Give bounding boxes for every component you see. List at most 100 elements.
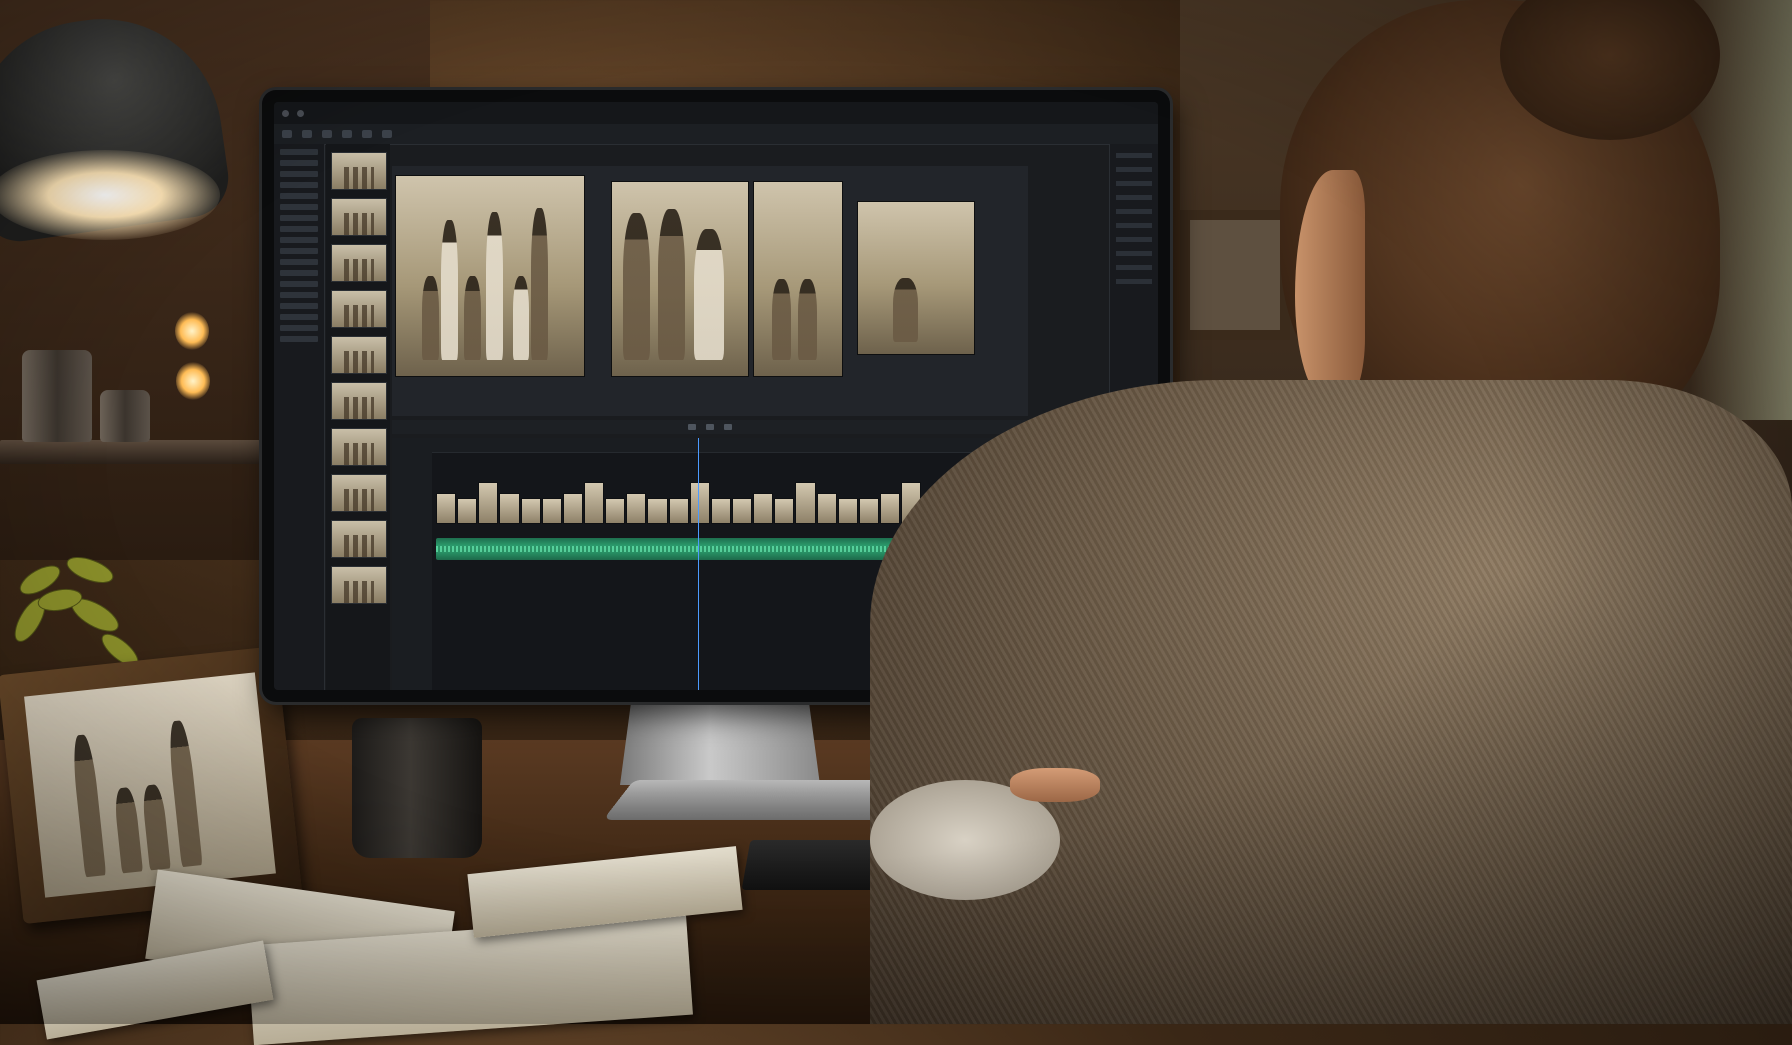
timeline-clip[interactable] — [478, 482, 499, 524]
photo-thumbnail[interactable] — [331, 428, 387, 466]
inspector-row[interactable] — [1116, 181, 1152, 186]
timeline-clip[interactable] — [457, 498, 478, 524]
viewer-photo-child-on-tricycle[interactable] — [858, 202, 974, 354]
inspector-row[interactable] — [1116, 279, 1152, 284]
framed-family-photo — [0, 646, 303, 924]
title-bar — [274, 102, 1158, 124]
timeline-clip[interactable] — [753, 493, 774, 524]
forward-icon[interactable] — [724, 424, 732, 430]
wall-shelf — [0, 440, 260, 464]
timeline-clip[interactable] — [626, 493, 647, 524]
timeline-clip[interactable] — [795, 482, 816, 524]
browser-item[interactable] — [280, 248, 318, 254]
toolbar-tool-icon[interactable] — [322, 130, 332, 138]
timeline-clip[interactable] — [647, 498, 668, 524]
timeline-clip[interactable] — [541, 498, 562, 524]
editor-toolbar — [274, 124, 1158, 145]
inspector-row[interactable] — [1116, 251, 1152, 256]
photo-person — [892, 278, 919, 342]
coffee-mug — [352, 718, 482, 858]
timeline-clip[interactable] — [837, 498, 858, 524]
window-control-icon[interactable] — [282, 109, 289, 117]
browser-item[interactable] — [280, 281, 318, 287]
viewer-photo-couple[interactable] — [612, 182, 748, 376]
timeline-clip[interactable] — [605, 498, 626, 524]
media-browser-panel — [274, 144, 325, 690]
photo-thumbnail[interactable] — [331, 566, 387, 604]
rewind-icon[interactable] — [688, 424, 696, 430]
photo-viewer — [392, 166, 1028, 416]
photo-person — [771, 279, 791, 361]
browser-item[interactable] — [280, 171, 318, 177]
timeline-clip[interactable] — [816, 493, 837, 524]
shelf-jar — [22, 350, 92, 442]
photo-thumbnail-strip — [326, 144, 390, 690]
toolbar-tool-icon[interactable] — [362, 130, 372, 138]
timeline-clip[interactable] — [879, 493, 901, 524]
browser-item[interactable] — [280, 237, 318, 243]
browser-item[interactable] — [280, 215, 318, 221]
inspector-row[interactable] — [1116, 209, 1152, 214]
photo-thumbnail[interactable] — [331, 290, 387, 328]
timeline-clip[interactable] — [731, 498, 753, 524]
browser-item[interactable] — [280, 325, 318, 331]
lamp-light — [0, 150, 220, 240]
timeline-clip[interactable] — [520, 498, 541, 524]
photo-thumbnail[interactable] — [331, 474, 387, 512]
browser-item[interactable] — [280, 160, 318, 166]
toolbar-tool-icon[interactable] — [282, 130, 292, 138]
browser-item[interactable] — [280, 149, 318, 155]
inspector-row[interactable] — [1116, 223, 1152, 228]
photo-person — [658, 209, 686, 361]
photo-person — [463, 276, 481, 360]
inspector-row[interactable] — [1116, 167, 1152, 172]
play-icon[interactable] — [706, 424, 714, 430]
photo-thumbnail[interactable] — [331, 336, 387, 374]
timeline-clip[interactable] — [774, 498, 795, 524]
photo-person — [140, 783, 171, 871]
knit-sweater — [870, 380, 1792, 1024]
photo-person — [441, 220, 459, 360]
timeline-clip[interactable] — [499, 493, 520, 524]
playhead[interactable] — [698, 438, 699, 690]
photo-person — [622, 213, 651, 361]
timeline-clip[interactable] — [710, 498, 731, 524]
inspector-row[interactable] — [1116, 237, 1152, 242]
viewer-photo-family-group[interactable] — [396, 176, 584, 376]
photo-thumbnail[interactable] — [331, 152, 387, 190]
toolbar-tool-icon[interactable] — [382, 130, 392, 138]
toolbar-tool-icon[interactable] — [342, 130, 352, 138]
browser-item[interactable] — [280, 193, 318, 199]
photo-person — [422, 276, 440, 360]
photo-thumbnail[interactable] — [331, 198, 387, 236]
timeline-clip[interactable] — [583, 482, 605, 524]
timeline-clip[interactable] — [436, 493, 457, 524]
timeline-clip[interactable] — [668, 498, 689, 524]
track-headers — [392, 452, 432, 690]
window-control-icon[interactable] — [297, 109, 304, 117]
browser-item[interactable] — [280, 182, 318, 188]
browser-item[interactable] — [280, 259, 318, 265]
timeline-clip[interactable] — [858, 498, 879, 524]
toolbar-tool-icon[interactable] — [302, 130, 312, 138]
inspector-row[interactable] — [1116, 195, 1152, 200]
browser-item[interactable] — [280, 204, 318, 210]
string-light-bulb — [175, 312, 209, 350]
timeline-clip[interactable] — [562, 493, 583, 524]
photo-thumbnail[interactable] — [331, 244, 387, 282]
browser-item[interactable] — [280, 303, 318, 309]
browser-item[interactable] — [280, 226, 318, 232]
shelf-jar — [100, 390, 150, 442]
photo-editing-scene — [0, 0, 1792, 1045]
inspector-row[interactable] — [1116, 265, 1152, 270]
keyboard[interactable] — [741, 840, 891, 890]
photo-thumbnail[interactable] — [331, 382, 387, 420]
photo-thumbnail[interactable] — [331, 520, 387, 558]
inspector-row[interactable] — [1116, 153, 1152, 158]
browser-item[interactable] — [280, 270, 318, 276]
browser-item[interactable] — [280, 292, 318, 298]
timeline-clip[interactable] — [689, 482, 710, 524]
viewer-photo-two-boys[interactable] — [754, 182, 842, 376]
browser-item[interactable] — [280, 336, 318, 342]
browser-item[interactable] — [280, 314, 318, 320]
